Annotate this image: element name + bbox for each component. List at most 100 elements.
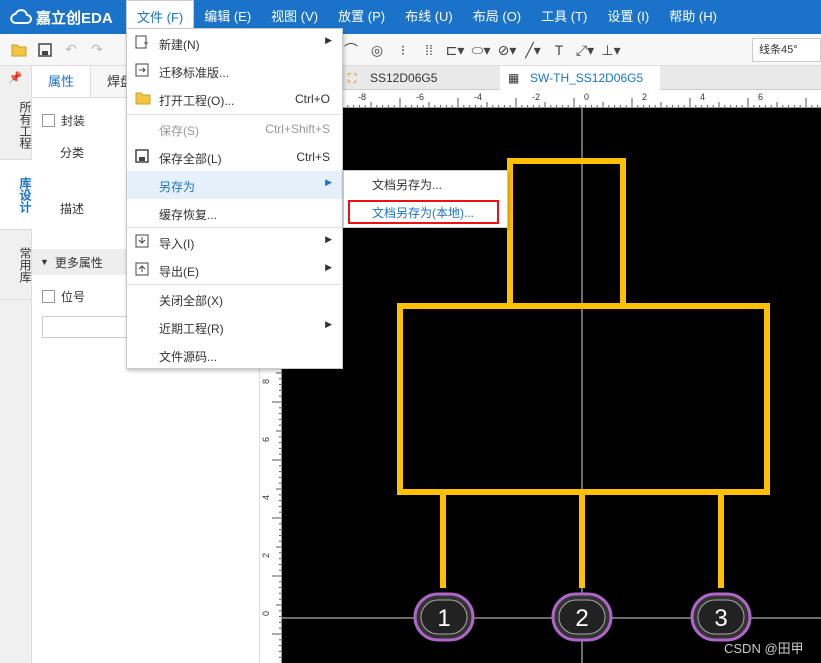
package-checkbox[interactable]: [42, 114, 55, 127]
tab-properties[interactable]: 属性: [32, 66, 92, 97]
line-angle-select[interactable]: 线条45°: [752, 38, 821, 62]
menu-close-all[interactable]: 关闭全部(X): [127, 285, 342, 313]
tab-all-projects[interactable]: 所有工程: [0, 90, 32, 160]
toolbar: ↶ ↷ ⌒ ◎ ⁝ ⁞⁞ ⊏▾ ⬭▾ ⊘▾ ╱▾ T ⤢▾ ⊥▾ 线条45°: [0, 34, 821, 66]
menu-route[interactable]: 布线 (U): [395, 0, 463, 34]
app-logo-text: 嘉立创EDA: [36, 9, 113, 27]
save-all-icon: [135, 149, 151, 165]
menu-open-project-shortcut: Ctrl+O: [294, 92, 330, 106]
dimension-icon[interactable]: ⤢▾: [572, 37, 598, 63]
tab-library-design[interactable]: 库设计: [0, 160, 32, 230]
category-label: 分类: [60, 146, 85, 160]
menu-new[interactable]: 新建(N) ▶: [127, 29, 342, 57]
category-row: 分类: [60, 144, 84, 161]
menu-save-label: 保存(S): [159, 124, 199, 138]
pad-2-number: 2: [575, 605, 588, 632]
left-vertical-tabs: 📌 所有工程 库设计 常用库: [0, 66, 32, 663]
description-row: 描述: [60, 200, 84, 217]
doc-tab-ss12d06g5-label: SS12D06G5: [370, 71, 438, 85]
h-tick-label: -2: [532, 92, 540, 102]
pad-1[interactable]: 1: [413, 592, 475, 642]
toolbar-tools: ⌒ ◎ ⁝ ⁞⁞ ⊏▾ ⬭▾ ⊘▾ ╱▾ T ⤢▾ ⊥▾: [338, 34, 624, 66]
menu-layout[interactable]: 布局 (O): [463, 0, 531, 34]
pad-3[interactable]: 3: [690, 592, 752, 642]
submenu-arrow-icon: ▶: [325, 319, 332, 329]
menu-cache-restore[interactable]: 缓存恢复...: [127, 199, 342, 227]
submenu-arrow-icon: ▶: [325, 234, 332, 244]
menu-import-label: 导入(I): [159, 237, 195, 251]
pad-1-number: 1: [437, 605, 450, 632]
menu-save-all[interactable]: 保存全部(L) Ctrl+S: [127, 143, 342, 171]
polygon-icon[interactable]: ⊏▾: [442, 37, 468, 63]
via-icon[interactable]: ⁝: [390, 37, 416, 63]
menu-save-all-shortcut: Ctrl+S: [296, 150, 330, 164]
h-tick-label: -4: [474, 92, 482, 102]
more-properties-label: 更多属性: [54, 255, 103, 270]
menu-settings[interactable]: 设置 (I): [597, 0, 659, 34]
menu-recent[interactable]: 近期工程(R) ▶: [127, 313, 342, 341]
designator-label: 位号: [61, 290, 86, 304]
description-label: 描述: [60, 202, 85, 216]
save-icon[interactable]: [32, 37, 58, 63]
document-tabs: ⛶ SS12D06G5 ▦ SW-TH_SS12D06G5: [260, 66, 821, 90]
designator-row: 位号: [42, 288, 85, 305]
h-tick-label: -6: [416, 92, 424, 102]
redo-icon[interactable]: ↷: [84, 37, 110, 63]
highlight-box: [348, 200, 499, 224]
export-icon: [135, 262, 151, 278]
menu-doc-save-as[interactable]: 文档另存为...: [344, 171, 507, 199]
menu-new-label: 新建(N): [159, 38, 200, 52]
menu-cache-restore-label: 缓存恢复...: [159, 208, 218, 222]
menu-recent-label: 近期工程(R): [159, 322, 224, 336]
submenu-arrow-icon: ▶: [325, 35, 332, 45]
h-tick-label: 2: [642, 92, 647, 102]
pad-icon[interactable]: ◎: [364, 37, 390, 63]
menu-save-as-label: 另存为: [159, 180, 196, 194]
actuator-outline: [507, 158, 626, 309]
file-menu: 新建(N) ▶ 迁移标准版... 打开工程(O)... Ctrl+O 保存(S)…: [126, 28, 343, 369]
horizontal-ruler: -8 -6 -4 -2 0 2 4 6: [282, 90, 821, 108]
tab-common-library[interactable]: 常用库: [0, 230, 32, 300]
import-icon: [135, 234, 151, 250]
chip-icon: ▦: [508, 71, 520, 85]
line-icon[interactable]: ╱▾: [520, 37, 546, 63]
cloud-logo-icon: [10, 9, 32, 24]
menu-export[interactable]: 导出(E) ▶: [127, 256, 342, 284]
caret-down-icon: ▼: [40, 257, 49, 267]
h-tick-label: 0: [584, 92, 589, 102]
menu-save-as[interactable]: 另存为 ▶: [127, 171, 342, 199]
designator-checkbox[interactable]: [42, 290, 55, 303]
menu-close-all-label: 关闭全部(X): [159, 294, 223, 308]
undo-icon[interactable]: ↶: [58, 37, 84, 63]
pad-2[interactable]: 2: [551, 592, 613, 642]
menu-source[interactable]: 文件源码...: [127, 341, 342, 369]
submenu-arrow-icon: ▶: [325, 262, 332, 272]
menu-source-label: 文件源码...: [159, 350, 218, 364]
open-folder-icon[interactable]: [6, 37, 32, 63]
canvas-area: ⛶ SS12D06G5 ▦ SW-TH_SS12D06G5 -8 -6 -4 -…: [260, 66, 821, 663]
menu-migrate[interactable]: 迁移标准版...: [127, 57, 342, 85]
menu-open-project-label: 打开工程(O)...: [159, 94, 235, 108]
menu-help[interactable]: 帮助 (H): [659, 0, 727, 34]
text-icon[interactable]: T: [546, 37, 572, 63]
h-tick-label: 6: [758, 92, 763, 102]
menu-save[interactable]: 保存(S) Ctrl+Shift+S: [127, 115, 342, 143]
no-circle-icon[interactable]: ⊘▾: [494, 37, 520, 63]
pad-array-icon[interactable]: ⁞⁞: [416, 37, 442, 63]
angle-icon[interactable]: ⊥▾: [598, 37, 624, 63]
ellipse-icon[interactable]: ⬭▾: [468, 37, 494, 63]
doc-tab-ss12d06g5[interactable]: ⛶ SS12D06G5: [340, 66, 500, 90]
body-outline: [397, 303, 770, 495]
submenu-arrow-icon: ▶: [325, 177, 332, 187]
menu-import[interactable]: 导入(I) ▶: [127, 228, 342, 256]
package-label: 封装: [61, 114, 86, 128]
doc-tab-sw-th[interactable]: ▦ SW-TH_SS12D06G5: [500, 66, 660, 90]
v-tick-label: 2: [261, 553, 271, 558]
menu-migrate-label: 迁移标准版...: [159, 66, 230, 80]
pin-icon[interactable]: 📌: [0, 66, 31, 90]
watermark: CSDN @田甲: [724, 641, 804, 656]
new-file-icon: [135, 35, 151, 51]
folder-icon: [135, 91, 151, 107]
menu-tools[interactable]: 工具 (T): [531, 0, 597, 34]
menu-open-project[interactable]: 打开工程(O)... Ctrl+O: [127, 85, 342, 113]
